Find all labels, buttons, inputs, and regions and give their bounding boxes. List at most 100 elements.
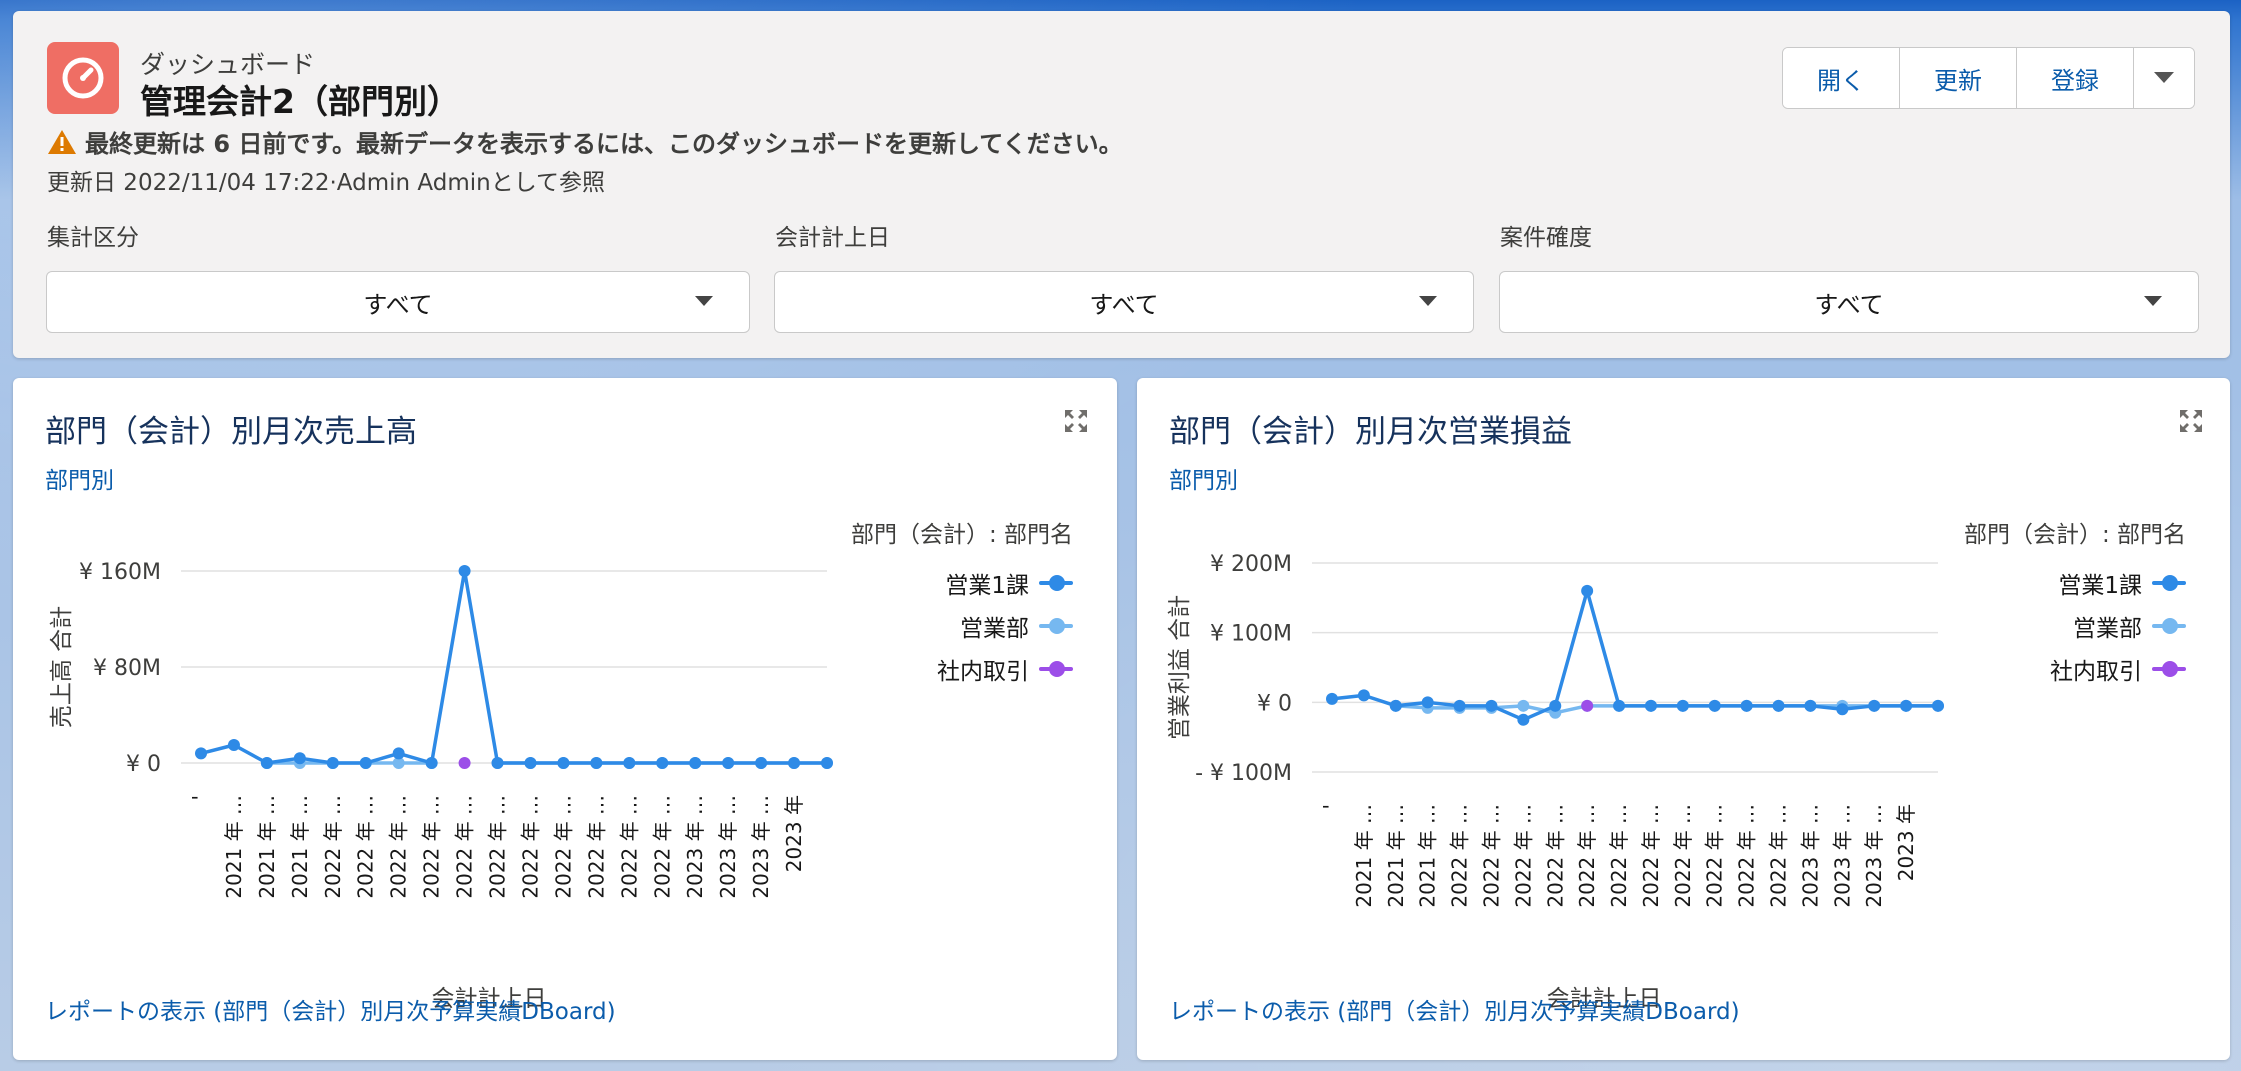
y-axis-title: 売上高 合計: [49, 606, 75, 728]
data-point: [1326, 692, 1338, 705]
x-tick-label: 2022 年 …: [1511, 804, 1535, 908]
data-point: [425, 757, 438, 769]
data-point: [392, 747, 405, 760]
filter-value: すべて: [1089, 290, 1159, 319]
x-tick-label: 2022 年 …: [1639, 804, 1663, 908]
subscribe-button[interactable]: 登録: [2017, 48, 2134, 108]
x-tick-label: 2022 年 …: [354, 795, 378, 899]
data-point: [1804, 699, 1817, 712]
x-tick-label: 2023 年 …: [749, 795, 773, 899]
x-tick-label: 2021 年 …: [288, 795, 312, 899]
data-point: [195, 747, 207, 760]
x-tick-label: 2021 年 …: [1352, 804, 1376, 908]
data-point: [788, 757, 801, 769]
data-point: [1708, 699, 1721, 712]
y-tick-label: ¥ 0: [126, 752, 161, 777]
chevron-down-icon: [2154, 72, 2174, 83]
warning-text: 最終更新は 6 日前です。最新データを表示するには、このダッシュボードを更新して…: [85, 130, 1123, 158]
dashboard-header: ダッシュボード 管理会計2（部門別） 最終更新は 6 日前です。最新データを表示…: [13, 11, 2230, 358]
x-tick-label: 2022 年 …: [1575, 804, 1599, 908]
data-point: [623, 757, 636, 769]
filter-select-date[interactable]: すべて: [774, 271, 1474, 333]
data-point: [458, 565, 471, 577]
dashboard-gauge-icon: [47, 42, 119, 114]
refresh-button[interactable]: 更新: [1900, 48, 2017, 108]
data-point: [1644, 699, 1657, 712]
x-tick-label: ': [1319, 804, 1343, 810]
data-point: [1581, 699, 1594, 712]
x-tick-label: 2021 年 …: [255, 795, 279, 899]
caret-down-icon: [695, 296, 713, 306]
line-chart-operating-profit: ¥ 200M ¥ 100M ¥ 0 - ¥ 100M営業利益 合計 ' 2021 年 … 2…: [1167, 552, 1944, 1012]
more-actions-button[interactable]: [2134, 48, 2194, 108]
data-point: [260, 757, 273, 769]
open-button[interactable]: 開く: [1783, 48, 1900, 108]
x-tick-label: 2022 年 …: [1448, 804, 1472, 908]
x-tick-label: 2022 年 …: [1767, 804, 1791, 908]
y-tick-label: ¥ 0: [1257, 691, 1292, 716]
filter-label-probability: 案件確度: [1500, 225, 1592, 251]
data-point: [656, 757, 669, 769]
caret-down-icon: [1419, 296, 1437, 306]
data-point: [1740, 699, 1753, 712]
x-tick-label: 2023 年 …: [716, 795, 740, 899]
chart-panel-operating-profit: 部門（会計）別月次営業損益 部門別 部門（会計）: 部門名 営業1課 営業部 社…: [1137, 378, 2230, 1060]
x-tick-label: 2022 年 …: [518, 795, 542, 899]
data-point: [326, 757, 339, 769]
filter-label-category: 集計区分: [47, 225, 139, 251]
data-point: [1517, 699, 1530, 712]
x-tick-label: 2022 年 …: [584, 795, 608, 899]
view-report-link[interactable]: レポートの表示 (部門（会計）別月次予算実績DBoard): [45, 992, 616, 1026]
data-point: [1676, 699, 1689, 712]
x-tick-label: 2023 年 …: [1830, 804, 1854, 908]
data-point: [557, 757, 570, 769]
stale-data-warning: 最終更新は 6 日前です。最新データを表示するには、このダッシュボードを更新して…: [47, 124, 1123, 159]
data-point: [1549, 699, 1562, 712]
data-point: [359, 757, 372, 769]
filter-select-probability[interactable]: すべて: [1499, 271, 2199, 333]
warning-icon: [48, 129, 76, 154]
y-axis-title: 営業利益 合計: [1167, 595, 1193, 740]
header-button-group: 開く 更新 登録: [1782, 47, 2195, 109]
filter-value: すべて: [363, 290, 433, 319]
x-tick-label: 2021 年 …: [222, 795, 246, 899]
x-tick-label: 2022 年 …: [1607, 804, 1631, 908]
data-point: [590, 757, 603, 769]
x-tick-label: 2023 年: [782, 795, 806, 872]
data-point: [491, 757, 504, 769]
x-tick-label: 2022 年 …: [453, 795, 477, 899]
x-tick-label: 2022 年 …: [486, 795, 510, 899]
data-point: [1836, 703, 1849, 716]
x-tick-label: 2022 年 …: [420, 795, 444, 899]
data-point: [1357, 689, 1370, 702]
x-tick-label: 2023 年 …: [683, 795, 707, 899]
x-tick-label: 2022 年 …: [617, 795, 641, 899]
page-title: 管理会計2（部門別）: [140, 82, 460, 121]
data-point: [1485, 699, 1498, 712]
data-point: [293, 752, 306, 765]
x-tick-label: 2022 年 …: [1543, 804, 1567, 908]
y-tick-label: ¥ 200M: [1210, 552, 1292, 577]
x-tick-label: 2023 年 …: [1798, 804, 1822, 908]
y-tick-label: ¥ 160M: [79, 560, 161, 585]
x-tick-label: 2022 年 …: [551, 795, 575, 899]
data-point: [1932, 699, 1944, 712]
data-point: [1517, 713, 1530, 726]
data-point: [755, 757, 768, 769]
data-point: [1900, 699, 1913, 712]
x-tick-label: 2022 年 …: [1671, 804, 1695, 908]
x-tick-label: 2022 年 …: [650, 795, 674, 899]
data-point: [821, 757, 833, 769]
x-tick-label: 2022 年 …: [387, 795, 411, 899]
view-report-link[interactable]: レポートの表示 (部門（会計）別月次予算実績DBoard): [1169, 992, 1740, 1026]
x-tick-label: 2023 年: [1894, 804, 1918, 881]
data-point: [458, 757, 471, 769]
filter-select-category[interactable]: すべて: [46, 271, 750, 333]
x-tick-label: 2022 年 …: [1735, 804, 1759, 908]
x-tick-label: 2021 年 …: [1384, 804, 1408, 908]
filter-label-date: 会計計上日: [775, 225, 890, 251]
x-tick-label: 2023 年 …: [1862, 804, 1886, 908]
data-point: [1453, 699, 1466, 712]
caret-down-icon: [2144, 296, 2162, 306]
chart-panel-sales: 部門（会計）別月次売上高 部門別 部門（会計）: 部門名 営業1課 営業部 社内…: [13, 378, 1117, 1060]
